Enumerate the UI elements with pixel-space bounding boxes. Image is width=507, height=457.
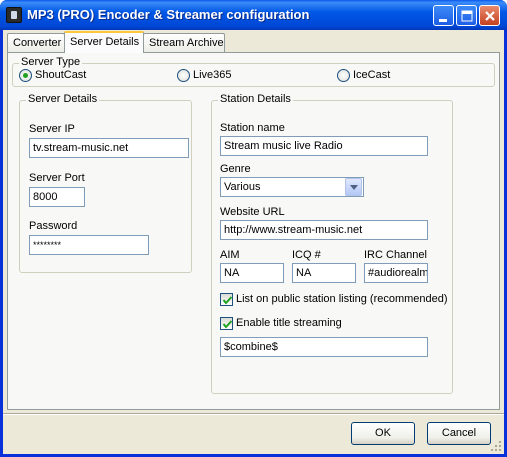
aim-label: AIM bbox=[220, 249, 240, 261]
server-port-input[interactable]: 8000 bbox=[29, 187, 85, 207]
password-label: Password bbox=[29, 220, 78, 232]
genre-select[interactable]: Various bbox=[220, 177, 364, 197]
live365-label[interactable]: Live365 bbox=[193, 69, 232, 81]
dropdown-arrow-icon[interactable] bbox=[345, 178, 362, 196]
cancel-button[interactable]: Cancel bbox=[427, 422, 491, 445]
icq-input[interactable]: NA bbox=[292, 263, 356, 283]
station-name-label: Station name bbox=[220, 122, 285, 134]
app-icon bbox=[6, 7, 22, 23]
list-public-checkbox[interactable] bbox=[220, 293, 233, 306]
genre-label: Genre bbox=[220, 163, 251, 175]
maximize-icon bbox=[461, 10, 473, 22]
close-button[interactable] bbox=[479, 5, 500, 26]
server-details-panel: Server Type ShoutCast Live365 IceCast Se… bbox=[7, 52, 500, 410]
maximize-button[interactable] bbox=[456, 5, 477, 26]
title-streaming-checkbox[interactable] bbox=[220, 317, 233, 330]
aim-input[interactable]: NA bbox=[220, 263, 284, 283]
live365-radio[interactable] bbox=[177, 69, 190, 82]
icq-label: ICQ # bbox=[292, 249, 321, 261]
genre-value: Various bbox=[224, 181, 261, 193]
tab-stream-archive[interactable]: Stream Archive bbox=[143, 33, 225, 53]
footer-separator bbox=[3, 413, 504, 415]
irc-channel-label: IRC Channel bbox=[364, 249, 427, 261]
tab-server-details[interactable]: Server Details bbox=[64, 31, 144, 53]
shoutcast-label[interactable]: ShoutCast bbox=[35, 69, 86, 81]
server-ip-label: Server IP bbox=[29, 123, 75, 135]
shoutcast-radio[interactable] bbox=[19, 69, 32, 82]
server-ip-input[interactable]: tv.stream-music.net bbox=[29, 138, 189, 158]
station-details-legend: Station Details bbox=[218, 93, 293, 105]
title-format-input[interactable]: $combine$ bbox=[220, 337, 428, 357]
dialog-client: Converter Server Details Stream Archive … bbox=[3, 30, 504, 454]
window-title: MP3 (PRO) Encoder & Streamer configurati… bbox=[27, 7, 310, 22]
irc-channel-input[interactable]: #audiorealm bbox=[364, 263, 428, 283]
minimize-button[interactable] bbox=[433, 5, 454, 26]
icecast-radio[interactable] bbox=[337, 69, 350, 82]
checkmark-icon bbox=[222, 296, 233, 305]
dialog-window: MP3 (PRO) Encoder & Streamer configurati… bbox=[0, 0, 507, 457]
ok-button[interactable]: OK bbox=[351, 422, 415, 445]
website-url-input[interactable]: http://www.stream-music.net bbox=[220, 220, 428, 240]
title-streaming-label[interactable]: Enable title streaming bbox=[236, 317, 342, 329]
server-port-label: Server Port bbox=[29, 172, 85, 184]
icecast-label[interactable]: IceCast bbox=[353, 69, 390, 81]
website-url-label: Website URL bbox=[220, 206, 285, 218]
close-icon bbox=[485, 11, 495, 21]
checkmark-icon bbox=[222, 320, 233, 329]
resize-grip-icon[interactable] bbox=[490, 440, 502, 452]
tab-converter[interactable]: Converter bbox=[7, 33, 65, 53]
server-type-legend: Server Type bbox=[19, 56, 83, 68]
list-public-label[interactable]: List on public station listing (recommen… bbox=[236, 293, 448, 305]
title-bar[interactable]: MP3 (PRO) Encoder & Streamer configurati… bbox=[0, 0, 507, 30]
station-name-input[interactable]: Stream music live Radio bbox=[220, 136, 428, 156]
minimize-icon bbox=[439, 19, 447, 22]
password-input[interactable]: ******** bbox=[29, 235, 149, 255]
server-details-legend: Server Details bbox=[26, 93, 100, 105]
